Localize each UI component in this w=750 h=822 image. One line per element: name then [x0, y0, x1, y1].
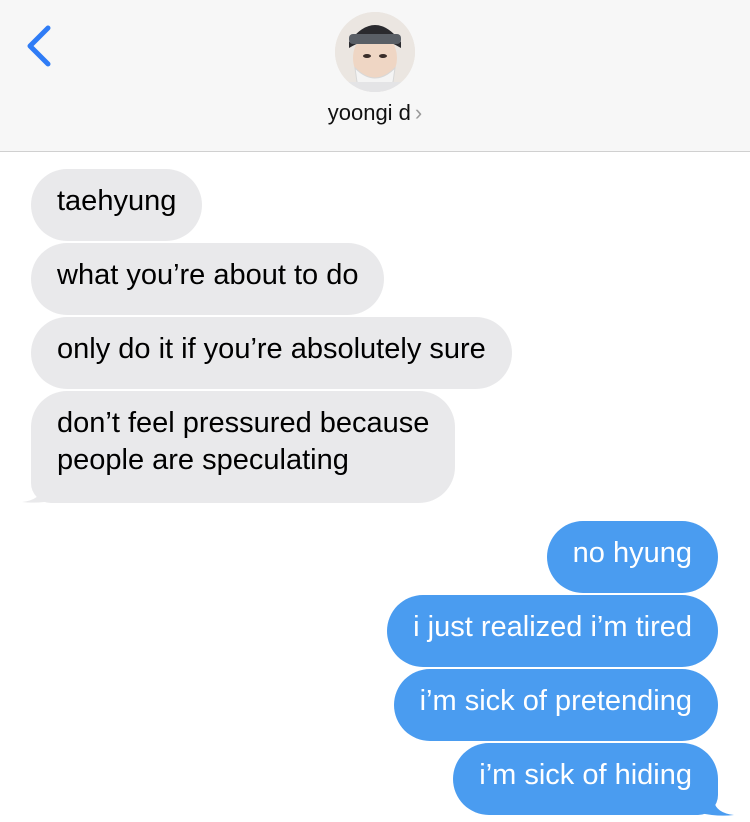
outgoing-bubble-tail — [700, 789, 734, 816]
contact-avatar[interactable] — [335, 12, 415, 92]
avatar-image — [335, 12, 415, 92]
conversation-header: yoongi d › — [0, 0, 750, 152]
message-bubble-incoming[interactable]: what you’re about to do — [31, 243, 385, 315]
message-bubble-outgoing[interactable]: no hyung — [546, 521, 718, 593]
chevron-left-icon — [27, 25, 51, 67]
chevron-right-icon: › — [414, 100, 423, 125]
message-bubble-incoming[interactable]: only do it if you’re absolutely sure — [31, 317, 512, 389]
message-bubble-incoming[interactable]: don’t feel pressured because people are … — [31, 391, 456, 503]
back-button[interactable] — [22, 24, 62, 68]
contact-name-button[interactable]: yoongi d › — [0, 100, 750, 126]
incoming-bubble-tail — [22, 476, 56, 503]
contact-name: yoongi d — [327, 100, 411, 125]
message-bubble-outgoing[interactable]: i’m sick of hiding — [453, 743, 718, 815]
message-bubble-outgoing[interactable]: i just realized i’m tired — [387, 595, 718, 667]
message-bubble-outgoing[interactable]: i’m sick of pretending — [393, 669, 718, 741]
message-bubble-incoming[interactable]: taehyung — [31, 169, 203, 241]
